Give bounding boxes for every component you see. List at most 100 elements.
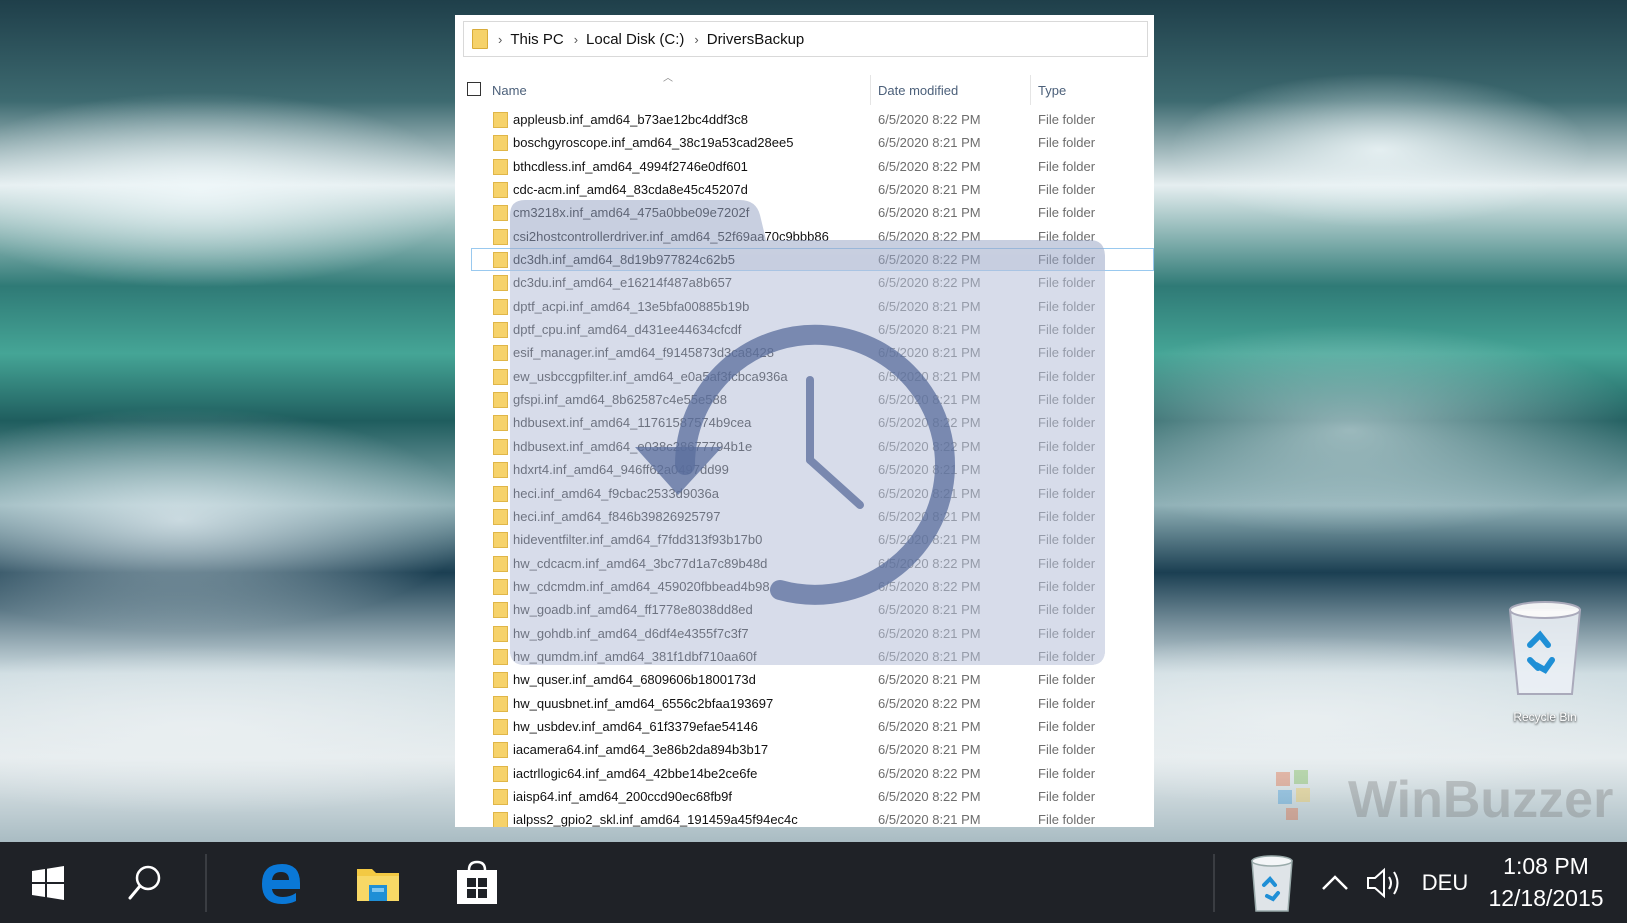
file-row[interactable]: heci.inf_amd64_f9cbac2533d9036a 6/5/2020 … [455, 482, 1154, 505]
file-name: hdbusext.inf_amd64_e038c28677794b1e [513, 438, 753, 454]
file-row[interactable]: hdbusext.inf_amd64_11761587574b9cea 6/5/2… [455, 411, 1154, 434]
file-row[interactable]: hw_qumdm.inf_amd64_381f1dbf710aa60f 6/5/2… [455, 645, 1154, 668]
file-date-modified: 6/5/2020 8:21 PM [878, 718, 981, 734]
folder-icon [493, 462, 508, 479]
file-row[interactable]: hw_goadb.inf_amd64_ff1778e8038dd8ed 6/5/2… [455, 598, 1154, 621]
recycle-bin-desktop-icon[interactable]: Recycle Bin [1490, 590, 1600, 730]
clock[interactable]: 1:08 PM 12/18/2015 [1487, 850, 1605, 914]
file-type: File folder [1038, 555, 1096, 571]
file-name: iacamera64.inf_amd64_3e86b2da894b3b17 [513, 742, 769, 758]
folder-icon [493, 158, 508, 175]
folder-icon [493, 508, 508, 525]
file-row[interactable]: hw_quusbnet.inf_amd64_6556c2bfaa193697 6/… [455, 692, 1154, 715]
file-type: File folder [1038, 695, 1096, 711]
store-bag-icon [457, 860, 497, 904]
file-row[interactable]: hw_usbdev.inf_amd64_61f3379efae54146 6/5/… [455, 715, 1154, 738]
breadcrumb-this-pc[interactable]: This PC [510, 31, 563, 48]
file-row[interactable]: gfspi.inf_amd64_8b62587c4e55e588 6/5/2020… [455, 388, 1154, 411]
address-bar[interactable]: › This PC › Local Disk (C:) › DriversBac… [463, 21, 1148, 57]
file-row[interactable]: hw_cdcmdm.inf_amd64_459020fbbead4b98 6/5/… [455, 575, 1154, 598]
column-type[interactable]: Type [1038, 83, 1066, 98]
file-row[interactable]: hdxrt4.inf_amd64_946ff62a0497dd99 6/5/202… [455, 458, 1154, 481]
file-date-modified: 6/5/2020 8:22 PM [878, 275, 981, 291]
store-button[interactable] [447, 842, 507, 923]
chevron-right-icon[interactable]: › [574, 32, 578, 47]
folder-icon [493, 812, 508, 827]
file-date-modified: 6/5/2020 8:21 PM [878, 742, 981, 758]
file-type: File folder [1038, 252, 1096, 268]
file-type: File folder [1038, 275, 1096, 291]
file-name: esif_manager.inf_amd64_f9145873d3ca8428 [513, 345, 774, 361]
select-all-checkbox[interactable] [467, 82, 481, 96]
file-date-modified: 6/5/2020 8:21 PM [878, 508, 981, 524]
file-row[interactable]: appleusb.inf_amd64_b73ae12bc4ddf3c8 6/5/2… [455, 108, 1154, 131]
file-row[interactable]: esif_manager.inf_amd64_f9145873d3ca8428 6… [455, 341, 1154, 364]
file-row[interactable]: boschgyroscope.inf_amd64_38c19a53cad28ee… [455, 131, 1154, 154]
file-row[interactable]: dptf_acpi.inf_amd64_13e5bfa00885b19b 6/5/… [455, 295, 1154, 318]
search-icon [128, 865, 161, 899]
folder-icon [493, 555, 508, 572]
file-explorer-button[interactable] [348, 842, 408, 923]
folder-icon [493, 718, 508, 735]
file-name: hw_usbdev.inf_amd64_61f3379efae54146 [513, 718, 758, 734]
chevron-right-icon[interactable]: › [694, 32, 698, 47]
file-row[interactable]: dc3du.inf_amd64_e16214f487a8b657 6/5/2020… [455, 271, 1154, 294]
file-date-modified: 6/5/2020 8:21 PM [878, 625, 981, 641]
file-name: hw_cdcmdm.inf_amd64_459020fbbead4b98 [513, 578, 770, 594]
folder-icon [493, 252, 508, 269]
file-date-modified: 6/5/2020 8:21 PM [878, 205, 981, 221]
file-date-modified: 6/5/2020 8:22 PM [878, 765, 981, 781]
folder-icon [493, 648, 508, 665]
file-name: ialpss2_gpio2_skl.inf_amd64_191459a45f94… [513, 812, 798, 827]
chevron-up-icon [1322, 874, 1348, 890]
file-row[interactable]: hw_quser.inf_amd64_6809606b1800173d 6/5/2… [455, 668, 1154, 691]
folder-icon [493, 205, 508, 222]
search-button[interactable] [115, 842, 175, 923]
volume-button[interactable] [1362, 842, 1406, 923]
breadcrumb-driversbackup[interactable]: DriversBackup [707, 31, 805, 48]
file-type: File folder [1038, 672, 1096, 688]
file-date-modified: 6/5/2020 8:21 PM [878, 345, 981, 361]
file-type: File folder [1038, 508, 1096, 524]
file-date-modified: 6/5/2020 8:22 PM [878, 438, 981, 454]
breadcrumb-local-disk[interactable]: Local Disk (C:) [586, 31, 684, 48]
start-button[interactable] [22, 842, 74, 923]
file-row[interactable]: heci.inf_amd64_f846b39826925797 6/5/2020 … [455, 505, 1154, 528]
file-type: File folder [1038, 765, 1096, 781]
file-name: iaisp64.inf_amd64_200ccd90ec68fb9f [513, 788, 733, 804]
file-row[interactable]: bthcdless.inf_amd64_4994f2746e0df601 6/5/… [455, 155, 1154, 178]
column-divider[interactable] [870, 75, 871, 105]
file-row[interactable]: csi2hostcontrollerdriver.inf_amd64_52f69… [455, 225, 1154, 248]
file-row[interactable]: cdc-acm.inf_amd64_83cda8e45c45207d 6/5/20… [455, 178, 1154, 201]
clock-date: 12/18/2015 [1488, 885, 1604, 911]
file-row[interactable]: dptf_cpu.inf_amd64_d431ee44634cfcdf 6/5/2… [455, 318, 1154, 341]
language-indicator[interactable]: DEU [1415, 842, 1475, 923]
file-type: File folder [1038, 415, 1096, 431]
file-name: cm3218x.inf_amd64_475a0bbe09e7202f [513, 205, 750, 221]
file-row[interactable]: cm3218x.inf_amd64_475a0bbe09e7202f 6/5/20… [455, 201, 1154, 224]
show-hidden-icons-button[interactable] [1315, 842, 1355, 923]
volume-icon [1367, 867, 1399, 898]
file-row[interactable]: hideventfilter.inf_amd64_f7fdd313f93b17b… [455, 528, 1154, 551]
recycle-bin-taskbar-button[interactable] [1242, 842, 1302, 923]
file-row[interactable]: hdbusext.inf_amd64_e038c28677794b1e 6/5/2… [455, 435, 1154, 458]
column-divider[interactable] [1030, 75, 1031, 105]
file-row[interactable]: ialpss2_gpio2_skl.inf_amd64_191459a45f94… [455, 808, 1154, 827]
file-row[interactable]: ew_usbccgpfilter.inf_amd64_e0a5af3fcbca9… [455, 365, 1154, 388]
file-row[interactable]: hw_cdcacm.inf_amd64_3bc77d1a7c89b48d 6/5/… [455, 552, 1154, 575]
folder-icon [493, 485, 508, 502]
file-row[interactable]: iacamera64.inf_amd64_3e86b2da894b3b17 6/5… [455, 738, 1154, 761]
edge-button[interactable] [250, 842, 310, 923]
file-row[interactable]: iactrllogic64.inf_amd64_42bbe14be2ce6fe 6… [455, 762, 1154, 785]
column-date-modified[interactable]: Date modified [878, 83, 958, 98]
file-date-modified: 6/5/2020 8:22 PM [878, 695, 981, 711]
chevron-right-icon[interactable]: › [498, 32, 502, 47]
file-row[interactable]: iaisp64.inf_amd64_200ccd90ec68fb9f 6/5/20… [455, 785, 1154, 808]
folder-icon [493, 298, 508, 315]
file-row[interactable]: hw_gohdb.inf_amd64_d6df4e4355f7c3f7 6/5/2… [455, 622, 1154, 645]
file-row[interactable]: dc3dh.inf_amd64_8d19b977824c62b5 6/5/2020… [471, 248, 1154, 272]
file-date-modified: 6/5/2020 8:21 PM [878, 812, 981, 827]
column-name[interactable]: Name [492, 83, 527, 98]
watermark-text: WinBuzzer [1348, 771, 1614, 829]
column-header: ︿ Name Date modified Type [455, 59, 1154, 105]
